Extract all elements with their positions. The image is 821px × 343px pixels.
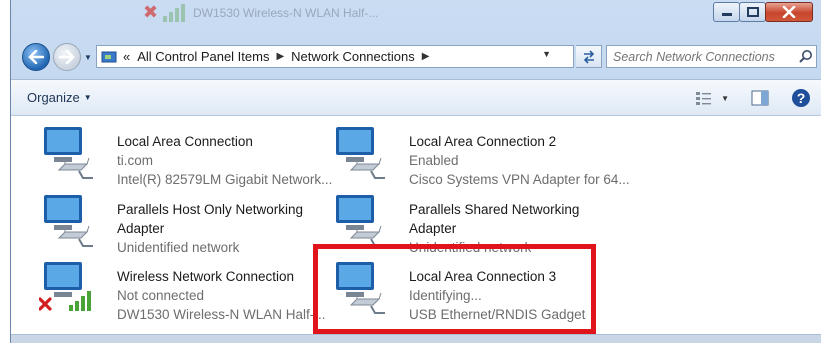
refresh-button[interactable] — [576, 45, 602, 68]
connection-name-line2: Adapter — [409, 221, 457, 236]
help-icon: ? — [792, 89, 810, 107]
address-prefix: « — [123, 49, 131, 64]
preview-pane-icon — [751, 90, 769, 106]
back-arrow-icon — [28, 50, 44, 64]
connection-name: Wireless Network Connection — [117, 269, 295, 284]
control-panel-icon — [101, 51, 117, 62]
maximize-icon — [746, 7, 759, 17]
connection-device: Intel(R) 82579LM Gigabit Network... — [117, 172, 333, 187]
connection-status: ti.com — [117, 153, 154, 168]
connection-item[interactable]: Wireless Network Connection Not connecte… — [39, 259, 329, 325]
connection-status: Not connected — [117, 288, 205, 303]
background-window-title: ✖ DW1530 Wireless-N WLAN Half-... — [141, 0, 561, 28]
crumb-separator-icon[interactable]: ▶ — [276, 51, 284, 62]
search-icon[interactable] — [798, 49, 814, 65]
preview-pane-button[interactable] — [751, 90, 769, 106]
annotation-highlight-box — [313, 244, 596, 334]
close-button[interactable] — [765, 2, 813, 22]
connection-item[interactable]: Parallels Host Only Networking Adapter U… — [39, 192, 329, 258]
svg-text:?: ? — [797, 90, 806, 106]
connection-name: Local Area Connection 2 — [409, 134, 557, 149]
connections-view: Local Area Connection ti.com Intel(R) 82… — [11, 116, 821, 343]
recent-pages-dropdown[interactable]: ▼ — [84, 53, 92, 62]
refresh-icon — [583, 49, 594, 64]
signal-bars-icon — [163, 4, 185, 22]
connection-name: Parallels Host Only Networking — [117, 202, 304, 217]
connection-device: Cisco Systems VPN Adapter for 64... — [409, 172, 630, 187]
background-window-text: DW1530 Wireless-N WLAN Half-... — [193, 6, 379, 20]
connection-name: Local Area Connection — [117, 134, 253, 149]
connection-name: Parallels Shared Networking — [409, 202, 580, 217]
forward-arrow-icon — [59, 50, 75, 64]
chevron-down-icon: ▼ — [83, 93, 92, 102]
window-bottom-border — [11, 334, 821, 343]
search-box[interactable] — [606, 45, 817, 68]
connection-item[interactable]: Local Area Connection ti.com Intel(R) 82… — [39, 124, 333, 190]
address-bar[interactable]: « All Control Panel Items ▶ Network Conn… — [96, 45, 574, 68]
connection-status: Unidentified network — [117, 240, 240, 255]
network-adapter-icon — [336, 195, 385, 247]
organize-menu[interactable]: Organize ▼ — [27, 90, 92, 105]
minimize-button[interactable] — [713, 2, 740, 22]
disconnected-x-icon: ✖ — [143, 2, 159, 22]
forward-button[interactable] — [53, 43, 81, 71]
view-dropdown-icon[interactable]: ▼ — [721, 94, 729, 103]
toolbar-right-group: ▼ ? — [681, 88, 811, 108]
connection-name-line2: Adapter — [117, 221, 165, 236]
close-icon — [782, 6, 796, 18]
crumb-control-panel[interactable]: All Control Panel Items — [137, 49, 269, 64]
address-row: ▼ « All Control Panel Items ▶ Network Co… — [10, 40, 821, 72]
connection-device: DW1530 Wireless-N WLAN Half-... — [117, 307, 326, 322]
wireless-adapter-icon — [39, 262, 91, 311]
organize-label: Organize — [27, 90, 80, 105]
command-bar: Organize ▼ ▼ ? — [11, 79, 821, 116]
back-button[interactable] — [22, 43, 50, 71]
view-options-icon — [696, 92, 712, 105]
network-adapter-icon — [44, 195, 93, 247]
help-button[interactable]: ? — [791, 88, 811, 108]
maximize-button[interactable] — [739, 2, 766, 22]
search-input[interactable] — [613, 49, 798, 64]
window-controls — [713, 2, 813, 22]
connection-status: Enabled — [409, 153, 459, 168]
change-view-button[interactable]: ▼ — [695, 90, 729, 106]
address-dropdown-icon[interactable]: ▼ — [542, 49, 551, 59]
minimize-icon — [721, 13, 732, 16]
crumb-network-connections[interactable]: Network Connections — [291, 49, 415, 64]
crumb-separator-icon[interactable]: ▶ — [422, 51, 430, 62]
connection-item[interactable]: Local Area Connection 2 Enabled Cisco Sy… — [331, 124, 630, 190]
network-adapter-icon — [336, 127, 385, 179]
network-adapter-icon — [44, 127, 93, 179]
